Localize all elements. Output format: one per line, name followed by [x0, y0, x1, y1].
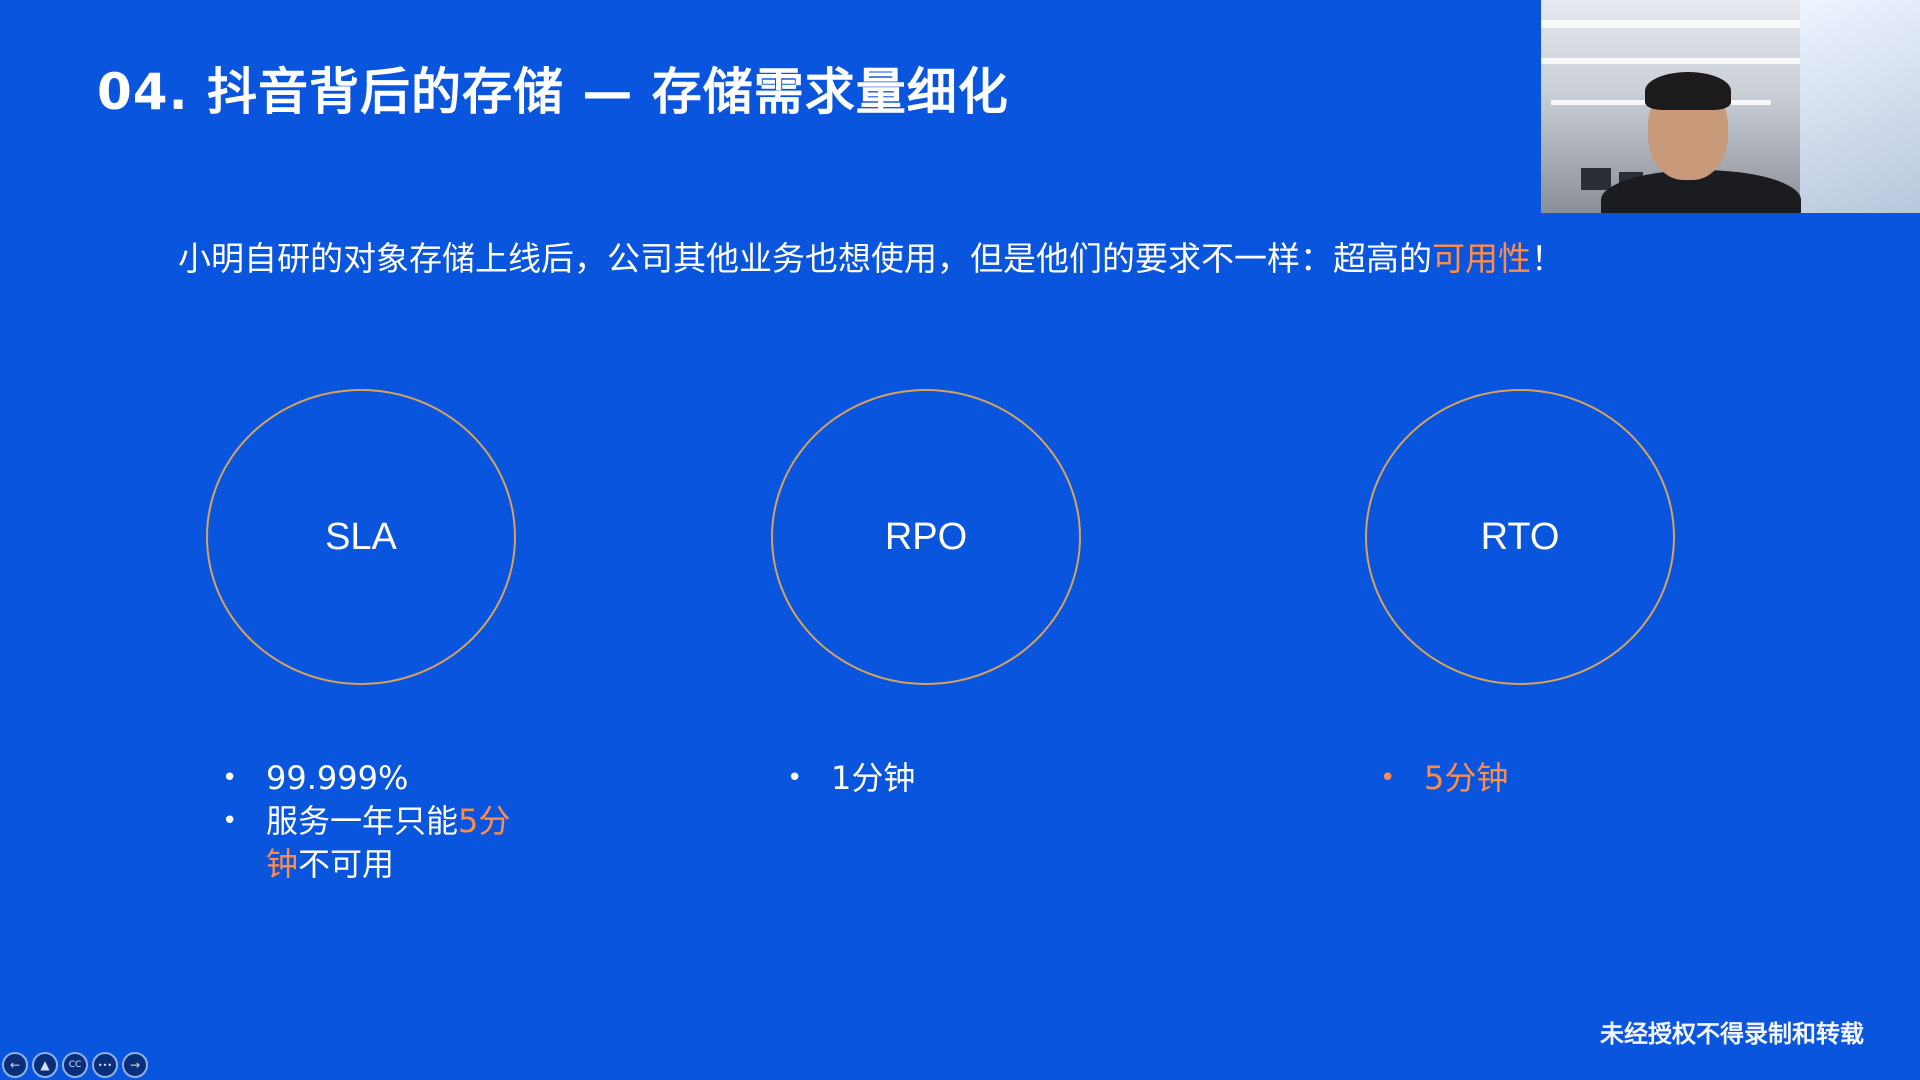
ceiling-beam [1541, 58, 1801, 64]
slide-title: 04. 抖音背后的存储 — 存储需求量细化 [97, 63, 1009, 121]
circle-sla: SLA [206, 389, 516, 685]
circle-rto: RTO [1365, 389, 1675, 685]
bullet-dot: • [787, 763, 803, 793]
speaker-hair [1645, 72, 1731, 110]
subtitle-prefix: 小明自研的对象存储上线后，公司其他业务也想使用，但是他们的要求不一样：超高的 [178, 239, 1432, 278]
rpo-bullet-list: • 1分钟 [785, 757, 915, 800]
rto-bullet-1-text: 5分钟 [1424, 759, 1509, 797]
pointer-icon[interactable]: ▲ [32, 1052, 58, 1078]
bullet-dot: • [222, 763, 238, 793]
prev-slide-icon[interactable]: ← [2, 1052, 28, 1078]
subtitle-highlight: 可用性 [1432, 239, 1531, 278]
rto-bullet-1: • 5分钟 [1378, 757, 1508, 800]
sla-bullet-2-part2: 不可用 [298, 845, 395, 883]
circle-rpo: RPO [771, 389, 1081, 685]
sla-bullet-list: • 99.999% • 服务一年只能5分钟不可用 [220, 757, 536, 886]
sla-bullet-2: • 服务一年只能5分钟不可用 [220, 800, 536, 886]
player-controls: ← ▲ CC ••• → [2, 1052, 148, 1078]
bullet-dot: • [1380, 763, 1396, 793]
slide-subtitle: 小明自研的对象存储上线后，公司其他业务也想使用，但是他们的要求不一样：超高的可用… [178, 232, 1564, 280]
speaker-webcam [1541, 0, 1920, 213]
office-window [1800, 0, 1920, 213]
sla-bullet-2-text: 服务一年只能5分钟不可用 [266, 800, 536, 886]
office-monitor [1581, 168, 1611, 190]
rpo-bullet-1: • 1分钟 [785, 757, 915, 800]
watermark-text: 未经授权不得录制和转载 [1600, 1020, 1864, 1048]
sla-bullet-1: • 99.999% [220, 757, 536, 800]
bullet-dot: • [222, 806, 238, 836]
next-slide-icon[interactable]: → [122, 1052, 148, 1078]
captions-icon[interactable]: CC [62, 1052, 88, 1078]
more-options-icon[interactable]: ••• [92, 1052, 118, 1078]
ceiling-beam [1541, 20, 1841, 28]
circle-rpo-label: RPO [884, 515, 968, 558]
sla-bullet-2-part1: 服务一年只能 [266, 802, 459, 840]
circle-sla-label: SLA [325, 515, 397, 558]
subtitle-suffix: ！ [1531, 239, 1564, 278]
sla-bullet-1-text: 99.999% [266, 759, 409, 797]
rpo-bullet-1-text: 1分钟 [831, 759, 916, 797]
rto-bullet-list: • 5分钟 [1378, 757, 1508, 800]
circle-rto-label: RTO [1480, 515, 1560, 558]
